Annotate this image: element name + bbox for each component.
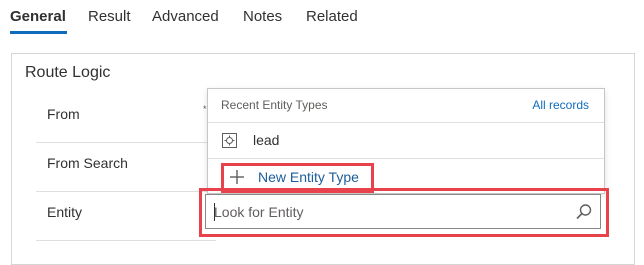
- lookup-flyout: Recent Entity Types All records lead New…: [207, 88, 605, 194]
- field-label-from: From: [47, 106, 80, 122]
- required-indicator: *: [203, 104, 207, 114]
- tab-advanced[interactable]: Advanced: [152, 8, 219, 25]
- tab-general[interactable]: General: [10, 8, 66, 25]
- field-label-entity: Entity: [47, 204, 83, 220]
- text-caret: [214, 203, 215, 221]
- new-entity-type-label: New Entity Type: [258, 169, 359, 185]
- search-icon[interactable]: [575, 203, 593, 221]
- entity-lookup-field[interactable]: [205, 194, 601, 229]
- search-input[interactable]: [214, 202, 564, 222]
- tab-result[interactable]: Result: [88, 8, 131, 25]
- active-tab-indicator: [10, 31, 67, 34]
- row-divider: [36, 240, 216, 241]
- lookup-result-item[interactable]: lead: [208, 123, 604, 159]
- field-label-from-search: From Search: [47, 155, 128, 171]
- tab-related[interactable]: Related: [306, 8, 358, 25]
- all-records-link[interactable]: All records: [532, 98, 589, 112]
- plus-icon: [230, 170, 244, 184]
- tab-notes[interactable]: Notes: [243, 8, 282, 25]
- tab-bar: General Result Advanced Notes Related: [0, 0, 644, 36]
- section-title: Route Logic: [25, 64, 111, 81]
- new-entity-type-button[interactable]: New Entity Type: [208, 159, 604, 193]
- row-divider: [36, 191, 216, 192]
- lookup-result-label: lead: [253, 132, 280, 148]
- row-divider: [36, 142, 216, 143]
- entity-icon: [222, 133, 237, 148]
- flyout-title: Recent Entity Types: [221, 98, 328, 112]
- flyout-header: Recent Entity Types All records: [208, 89, 604, 123]
